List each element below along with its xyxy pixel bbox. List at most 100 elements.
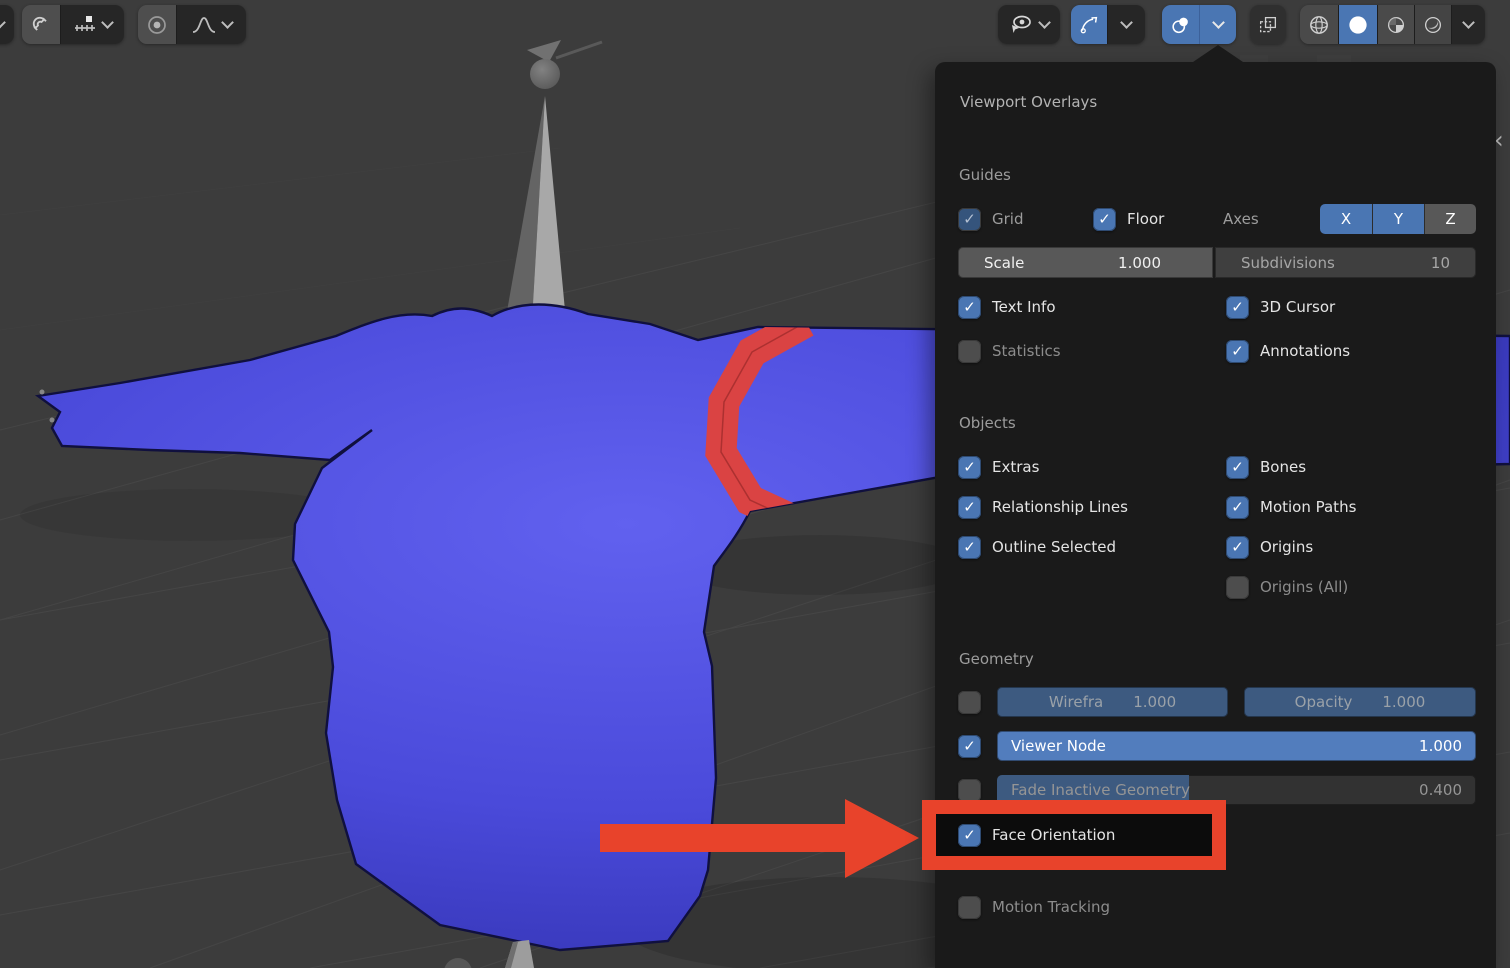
- fade-inactive-checkbox[interactable]: [958, 779, 981, 802]
- statistics-label: Statistics: [992, 342, 1061, 360]
- origins-label: Origins: [1260, 538, 1313, 556]
- axes-button-group: X Y Z: [1320, 204, 1476, 234]
- proportional-edit-group: [138, 5, 246, 44]
- panel-title: Viewport Overlays: [960, 93, 1097, 111]
- extras-label: Extras: [992, 458, 1039, 476]
- falloff-dropdown[interactable]: [176, 5, 246, 44]
- opacity-value: 1.000: [1382, 693, 1425, 711]
- chevron-down-icon: [0, 16, 5, 29]
- text-info-checkbox[interactable]: [958, 296, 981, 319]
- wireframe-slider[interactable]: Wirefra 1.000: [997, 687, 1228, 717]
- viewer-node-label: Viewer Node: [1011, 737, 1106, 755]
- blender-3d-viewport[interactable]: ‹ Viewport Overlays Guides Grid Floor Ax…: [0, 0, 1510, 968]
- xray-icon: [1259, 14, 1277, 36]
- subdivisions-label: Subdivisions: [1241, 254, 1335, 272]
- grid-checkbox[interactable]: [958, 208, 981, 231]
- viewer-node-checkbox[interactable]: [958, 735, 981, 758]
- floor-label: Floor: [1127, 210, 1164, 228]
- snap-button-group: [22, 5, 124, 44]
- bones-checkbox[interactable]: [1226, 456, 1249, 479]
- viewer-node-slider[interactable]: Viewer Node 1.000: [997, 731, 1476, 761]
- scale-value: 1.000: [1118, 254, 1161, 272]
- wireframe-checkbox[interactable]: [958, 691, 981, 714]
- opacity-label: Opacity: [1295, 693, 1353, 711]
- guides-heading: Guides: [959, 166, 1011, 184]
- axis-x-button[interactable]: X: [1320, 204, 1372, 234]
- chevron-down-icon: [1212, 16, 1225, 29]
- show-gizmo-dropdown[interactable]: [998, 5, 1060, 44]
- subdivisions-value: 10: [1431, 254, 1450, 272]
- overlays-icon: [1171, 14, 1190, 36]
- falloff-curve-icon: [192, 16, 216, 34]
- rendered-shading-button[interactable]: [1414, 5, 1451, 44]
- relationship-lines-label: Relationship Lines: [992, 498, 1128, 516]
- annotations-checkbox[interactable]: [1226, 340, 1249, 363]
- overlays-dropdown[interactable]: [1199, 5, 1236, 44]
- material-preview-icon: [1387, 14, 1405, 36]
- snap-toggle-button[interactable]: [22, 5, 60, 44]
- chevron-down-icon: [221, 16, 234, 29]
- gizmos-toggle-button[interactable]: [1071, 5, 1107, 44]
- snap-increments-icon: [74, 15, 96, 35]
- origins-all-checkbox[interactable]: [1226, 576, 1249, 599]
- objects-heading: Objects: [959, 414, 1016, 432]
- wireframe-shading-icon: [1309, 14, 1329, 36]
- show-gizmo-group: [998, 5, 1060, 44]
- wireframe-value: 1.000: [1133, 693, 1176, 711]
- grid-label: Grid: [992, 210, 1023, 228]
- overlays-toggle-button[interactable]: [1162, 5, 1199, 44]
- chevron-down-icon: [101, 16, 114, 29]
- gizmos-icon: [1080, 14, 1098, 36]
- axis-z-button[interactable]: Z: [1424, 204, 1476, 234]
- show-gizmo-icon: [1009, 14, 1033, 36]
- overlays-group: [1162, 5, 1236, 44]
- shading-dropdown[interactable]: [1451, 5, 1485, 44]
- wireframe-label: Wirefra: [1049, 693, 1103, 711]
- text-info-label: Text Info: [992, 298, 1056, 316]
- scale-label: Scale: [984, 254, 1024, 272]
- opacity-slider[interactable]: Opacity 1.000: [1244, 687, 1476, 717]
- solid-shading-icon: [1348, 14, 1368, 36]
- fade-inactive-value: 0.400: [1419, 781, 1462, 799]
- viewer-node-value: 1.000: [1419, 737, 1462, 755]
- fade-inactive-label: Fade Inactive Geometry: [1011, 781, 1190, 799]
- extras-checkbox[interactable]: [958, 456, 981, 479]
- magnet-icon: [31, 15, 51, 35]
- relationship-lines-checkbox[interactable]: [958, 496, 981, 519]
- shading-mode-group: [1300, 5, 1485, 44]
- chevron-down-icon: [1462, 16, 1475, 29]
- outline-selected-checkbox[interactable]: [958, 536, 981, 559]
- rendered-shading-icon: [1424, 14, 1442, 36]
- gizmos-dropdown[interactable]: [1107, 5, 1145, 44]
- motion-paths-label: Motion Paths: [1260, 498, 1356, 516]
- grid-scale-field[interactable]: Scale 1.000: [958, 247, 1213, 278]
- face-orientation-highlight: Face Orientation: [936, 814, 1212, 856]
- motion-paths-checkbox[interactable]: [1226, 496, 1249, 519]
- xray-group: [1250, 5, 1286, 44]
- wireframe-shading-button[interactable]: [1300, 5, 1338, 44]
- gizmos-group: [1071, 5, 1145, 44]
- axis-y-button[interactable]: Y: [1372, 204, 1424, 234]
- origins-checkbox[interactable]: [1226, 536, 1249, 559]
- chevron-down-icon: [1038, 16, 1051, 29]
- xray-toggle-button[interactable]: [1250, 5, 1286, 44]
- axes-label: Axes: [1223, 210, 1259, 228]
- material-preview-button[interactable]: [1377, 5, 1414, 44]
- statistics-checkbox[interactable]: [958, 340, 981, 363]
- motion-tracking-label: Motion Tracking: [992, 898, 1110, 916]
- fade-inactive-slider[interactable]: Fade Inactive Geometry 0.400: [997, 775, 1476, 805]
- floor-checkbox[interactable]: [1093, 208, 1116, 231]
- proportional-editing-toggle[interactable]: [138, 5, 176, 44]
- 3d-cursor-label: 3D Cursor: [1260, 298, 1335, 316]
- origins-all-label: Origins (All): [1260, 578, 1348, 596]
- motion-tracking-checkbox[interactable]: [958, 896, 981, 919]
- 3d-cursor-checkbox[interactable]: [1226, 296, 1249, 319]
- geometry-heading: Geometry: [959, 650, 1034, 668]
- toolbar-partial-dropdown[interactable]: [0, 5, 14, 44]
- chevron-down-icon: [1120, 16, 1133, 29]
- snap-settings-dropdown[interactable]: [60, 5, 124, 44]
- grid-subdivisions-field[interactable]: Subdivisions 10: [1215, 247, 1476, 278]
- solid-shading-button[interactable]: [1338, 5, 1377, 44]
- bones-label: Bones: [1260, 458, 1306, 476]
- face-orientation-checkbox[interactable]: [958, 824, 981, 847]
